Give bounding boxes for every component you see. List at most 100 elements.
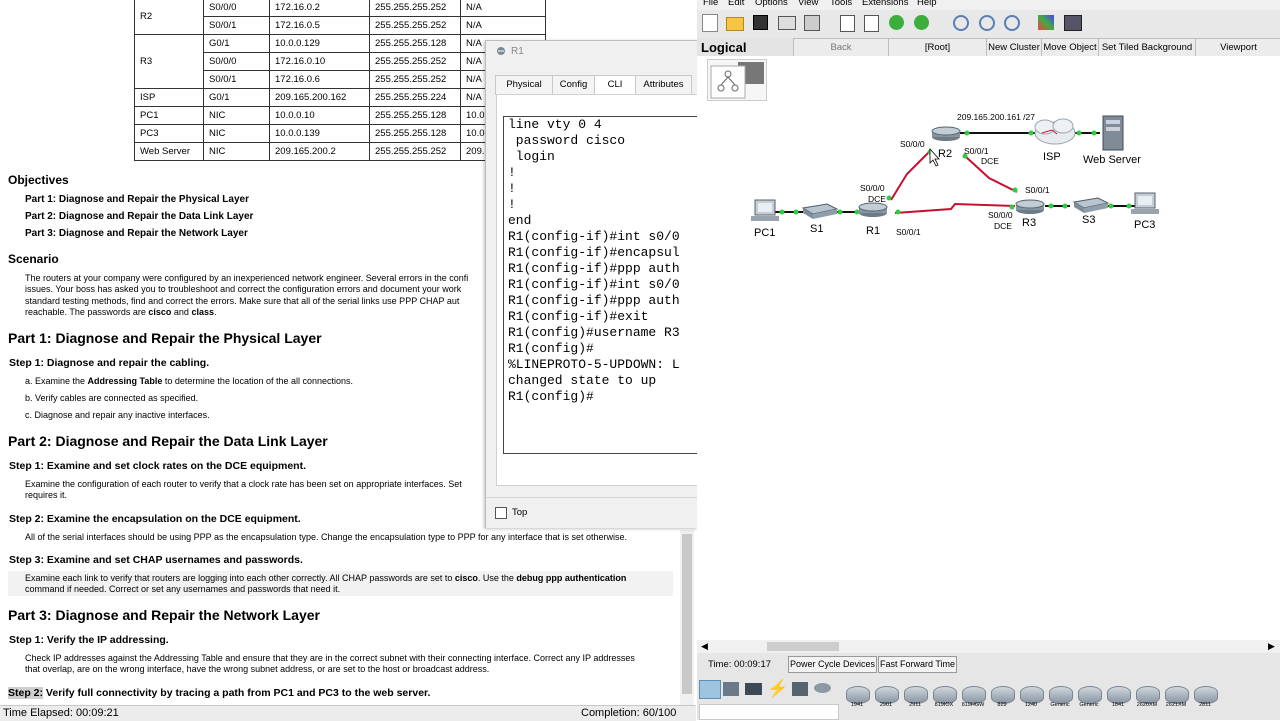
device-model-label: 2620XM <box>1136 702 1158 708</box>
part2-step1-text: requires it. <box>25 490 68 500</box>
zoom-in-icon[interactable] <box>953 15 969 31</box>
new-cluster-button[interactable]: New Cluster <box>986 38 1042 57</box>
isp-cloud-icon[interactable] <box>1034 118 1076 145</box>
scroll-thumb[interactable] <box>767 642 839 651</box>
device-model-label: 2911 <box>909 702 921 708</box>
table-row: PC1 NIC 10.0.0.10 255.255.255.128 10.0. <box>134 106 546 125</box>
tab-attributes[interactable]: Attributes <box>635 75 692 95</box>
end-devices-icon[interactable] <box>723 682 739 696</box>
redo-icon[interactable] <box>914 15 929 30</box>
tab-config[interactable]: Config <box>552 75 595 95</box>
viewport-button[interactable]: Viewport <box>1195 38 1280 57</box>
r1-icon[interactable] <box>858 202 888 217</box>
sim-time: Time: 00:09:17 <box>708 659 772 670</box>
topology-diagram[interactable] <box>697 56 1280 640</box>
label-s1: S1 <box>810 223 824 235</box>
s1-icon[interactable] <box>801 203 839 219</box>
part2-step3-text: Examine each link to verify that routers… <box>25 573 627 583</box>
tab-cli[interactable]: CLI <box>594 75 636 95</box>
doc-scroll-thumb[interactable] <box>682 534 692 694</box>
part3-heading: Part 3: Diagnose and Repair the Network … <box>8 607 320 623</box>
network-devices-icon[interactable] <box>699 680 721 699</box>
scenario-line: The routers at your company were configu… <box>25 273 469 283</box>
zoom-out-icon[interactable] <box>1004 15 1020 31</box>
menu-item-extensions[interactable]: Extensions <box>862 0 908 8</box>
r2-icon[interactable] <box>931 126 961 141</box>
table-cell: S0/0/0 <box>203 52 270 71</box>
part1-heading: Part 1: Diagnose and Repair the Physical… <box>8 330 322 346</box>
label-r1: R1 <box>866 225 881 237</box>
table-cell: 172.16.0.5 <box>269 16 370 35</box>
pc1-icon[interactable] <box>751 199 779 221</box>
table-row: PC3 NIC 10.0.0.139 255.255.255.128 10.0. <box>134 124 546 143</box>
table-cell: 209.165.200.162 <box>269 88 370 107</box>
cli-line: R1(config-if)#int s0/0 <box>508 229 680 244</box>
s3-icon[interactable] <box>1072 197 1110 213</box>
save-icon[interactable] <box>753 15 768 30</box>
menu-item-view[interactable]: View <box>798 0 818 8</box>
device-model-label: Generic <box>1050 702 1070 708</box>
root-button[interactable]: [Root] <box>888 38 987 57</box>
menu-item-file[interactable]: File <box>703 0 718 8</box>
time-elapsed: Time Elapsed: 00:09:21 <box>3 707 119 719</box>
undo-icon[interactable] <box>889 15 904 30</box>
paste-icon[interactable] <box>864 15 879 32</box>
zoom-reset-icon[interactable] <box>979 15 995 31</box>
misc-icon[interactable] <box>792 682 808 696</box>
cli-line: login <box>508 149 555 164</box>
menu-item-tools[interactable]: Tools <box>830 0 852 8</box>
scroll-left-icon[interactable]: ◀ <box>701 641 708 652</box>
table-cell: G0/1 <box>203 34 270 53</box>
cli-line: R1(config-if)#exit <box>508 309 649 324</box>
table-row: R3 G0/1 10.0.0.129 255.255.255.128 N/A <box>134 34 546 89</box>
logical-workspace[interactable]: PC1 S1 R1 R2 ISP Web Server R3 S3 PC3 S0… <box>697 56 1280 640</box>
power-cycle-button[interactable]: Power Cycle Devices <box>788 656 878 673</box>
palette-icon[interactable] <box>1038 15 1054 30</box>
r3-icon[interactable] <box>1015 199 1045 214</box>
multiuser-icon[interactable] <box>814 683 831 693</box>
status-bar: Time Elapsed: 00:09:21 Completion: 60/10… <box>0 705 696 721</box>
cli-line: ! <box>508 165 516 180</box>
cli-line: R1(config)#username R3 <box>508 325 680 340</box>
connections-icon[interactable]: ⚡ <box>767 679 788 699</box>
device-model-label: 819IOX <box>934 702 954 708</box>
menu-item-help[interactable]: Help <box>917 0 937 8</box>
step2-highlight: Step 2: <box>8 687 44 699</box>
part3-step1-text: Check IP addresses against the Addressin… <box>25 653 635 663</box>
custom-devices-icon[interactable] <box>1064 15 1082 31</box>
table-cell: S0/0/1 <box>203 16 270 35</box>
objectives-heading: Objectives <box>8 173 69 187</box>
cli-line: ! <box>508 197 516 212</box>
device-type-field[interactable] <box>699 704 839 720</box>
web-server-icon[interactable] <box>1102 115 1124 151</box>
open-folder-icon[interactable] <box>726 17 744 31</box>
scroll-right-icon[interactable]: ▶ <box>1268 641 1275 652</box>
part2-heading: Part 2: Diagnose and Repair the Data Lin… <box>8 433 328 449</box>
part3-step1-text: that overlap, are on the wrong interface… <box>25 664 490 674</box>
scenario-line: standard testing methods, find and corre… <box>25 296 460 306</box>
activity-wizard-icon[interactable] <box>804 15 820 31</box>
menu-item-edit[interactable]: Edit <box>728 0 744 8</box>
table-cell: 10.0.0.129 <box>269 34 370 53</box>
objective-1: Part 1: Diagnose and Repair the Physical… <box>25 194 249 205</box>
cli-terminal[interactable]: line vty 0 4 password cisco login!!! end R… <box>503 116 698 454</box>
copy-icon[interactable] <box>840 15 855 32</box>
new-file-icon[interactable] <box>702 14 718 32</box>
components-icon[interactable] <box>745 683 762 695</box>
cli-line: %LINEPROTO-5-UPDOWN: L <box>508 357 680 372</box>
set-tiled-background-button[interactable]: Set Tiled Background <box>1098 38 1196 57</box>
workspace-hscrollbar[interactable]: ◀ ▶ <box>697 640 1280 653</box>
part1-item-b: b. Verify cables are connected as specif… <box>25 393 199 403</box>
router-icon <box>496 46 506 56</box>
top-checkbox[interactable] <box>495 507 507 519</box>
fast-forward-button[interactable]: Fast Forward Time <box>878 656 958 673</box>
pc3-icon[interactable] <box>1131 192 1159 214</box>
label-s3: S3 <box>1082 214 1096 226</box>
back-button[interactable]: Back <box>793 38 889 57</box>
tab-physical[interactable]: Physical <box>495 75 553 95</box>
step2-text: Verify full connectivity by tracing a pa… <box>43 687 431 699</box>
print-icon[interactable] <box>778 16 796 30</box>
device-model-label: Generic <box>1079 702 1099 708</box>
move-object-button[interactable]: Move Object <box>1041 38 1099 57</box>
menu-item-options[interactable]: Options <box>755 0 788 8</box>
